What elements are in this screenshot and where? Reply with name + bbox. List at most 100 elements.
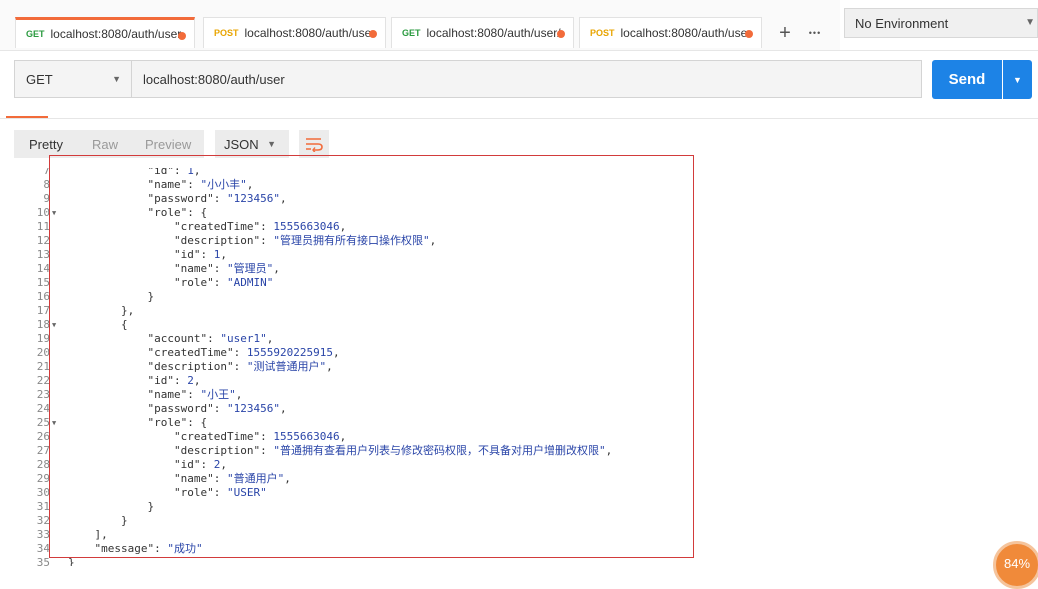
- code-line: 27 "description": "普通拥有查看用户列表与修改密码权限，不具备对…: [14, 444, 1038, 458]
- more-tabs-button[interactable]: •••: [801, 19, 829, 47]
- send-options-button[interactable]: ▼: [1003, 60, 1032, 99]
- code-text: }: [68, 556, 75, 566]
- code-line: 15 "role": "ADMIN": [14, 276, 1038, 290]
- environment-label: No Environment: [855, 15, 949, 31]
- response-body[interactable]: 7 "id": 1, 8 "name": "小小丰", 9 "password": "12…: [14, 168, 1038, 566]
- code-text: "createdTime": 1555663046,: [174, 430, 347, 443]
- code-text: "id": 1,: [174, 248, 227, 261]
- request-tab[interactable]: POST localhost:8080/auth/use: [579, 17, 762, 48]
- code-text: "description": "普通拥有查看用户列表与修改密码权限，不具备对用户…: [174, 444, 613, 457]
- code-line: 23 "name": "小王",: [14, 388, 1038, 402]
- request-tabs-bar: GET localhost:8080/auth/user POST localh…: [0, 0, 840, 50]
- code-line: 26 "createdTime": 1555663046,: [14, 430, 1038, 444]
- environment-select[interactable]: No Environment ▼: [844, 8, 1038, 38]
- code-line: 19 "account": "user1",: [14, 332, 1038, 346]
- line-number: 31: [36, 500, 50, 513]
- code-text: },: [121, 304, 135, 317]
- code-line: 14 "name": "管理员",: [14, 262, 1038, 276]
- wrap-lines-icon: [306, 138, 323, 152]
- line-number: 24: [36, 402, 50, 415]
- request-tab[interactable]: GET localhost:8080/auth/user: [15, 17, 195, 48]
- line-number: 13: [36, 248, 50, 261]
- wrap-lines-button[interactable]: [299, 130, 329, 158]
- code-text: "name": "小王",: [147, 388, 243, 401]
- tab-preview[interactable]: Preview: [145, 137, 191, 152]
- line-number: 25: [36, 416, 50, 429]
- line-number: 35: [36, 556, 50, 566]
- line-number: 26: [36, 430, 50, 443]
- code-text: "message": "成功": [94, 542, 203, 555]
- fold-toggle-icon[interactable]: ▼: [52, 416, 56, 430]
- plus-icon: +: [779, 21, 791, 44]
- code-text: }: [147, 500, 155, 513]
- url-input[interactable]: localhost:8080/auth/user: [131, 60, 922, 98]
- code-text: "name": "普通用户",: [174, 472, 291, 485]
- fold-toggle-icon[interactable]: ▼: [52, 318, 56, 332]
- code-line: 18 ▼ {: [14, 318, 1038, 332]
- line-number: 17: [36, 304, 50, 317]
- code-line: 32}: [14, 514, 1038, 528]
- line-number: 22: [36, 374, 50, 387]
- tab-url: localhost:8080/auth/use: [620, 26, 748, 40]
- code-text: "password": "123456",: [147, 192, 287, 205]
- code-text: }: [121, 514, 128, 527]
- code-text: "description": "测试普通用户",: [147, 360, 333, 373]
- line-number: 21: [36, 360, 50, 373]
- line-number: 15: [36, 276, 50, 289]
- line-number: 11: [36, 220, 50, 233]
- line-number: 28: [36, 458, 50, 471]
- code-line: 24 "password": "123456",: [14, 402, 1038, 416]
- code-line: 8 "name": "小小丰",: [14, 178, 1038, 192]
- code-line: 17},: [14, 304, 1038, 318]
- line-number: 9: [43, 192, 50, 205]
- code-line: 33],: [14, 528, 1038, 542]
- tab-raw[interactable]: Raw: [92, 137, 118, 152]
- line-number: 10: [36, 206, 50, 219]
- response-view-tabs: Pretty Raw Preview: [14, 130, 204, 158]
- add-tab-button[interactable]: +: [771, 19, 799, 47]
- tab-url: localhost:8080/auth/user/: [426, 26, 561, 40]
- code-line: 31}: [14, 500, 1038, 514]
- line-number: 8: [43, 178, 50, 191]
- code-text: "id": 2,: [174, 458, 227, 471]
- code-text: "role": "USER": [174, 486, 267, 499]
- code-text: {: [121, 318, 128, 331]
- code-text: "createdTime": 1555663046,: [174, 220, 347, 233]
- code-line: 35}: [14, 556, 1038, 566]
- code-text: "createdTime": 1555920225915,: [147, 346, 340, 359]
- code-text: "role": {: [147, 206, 208, 219]
- method-select[interactable]: GET ▼: [14, 60, 131, 98]
- chevron-down-icon: ▼: [267, 139, 276, 149]
- fold-toggle-icon[interactable]: ▼: [52, 206, 56, 220]
- url-value: localhost:8080/auth/user: [143, 71, 285, 87]
- tab-method: POST: [214, 28, 239, 38]
- code-line: 20 "createdTime": 1555920225915,: [14, 346, 1038, 360]
- code-text: "name": "小小丰",: [147, 178, 254, 191]
- code-line: 13 "id": 1,: [14, 248, 1038, 262]
- tab-method: POST: [590, 28, 615, 38]
- unsaved-dot-icon: [178, 32, 186, 40]
- send-button[interactable]: Send: [932, 60, 1002, 99]
- tab-method: GET: [402, 28, 421, 38]
- unsaved-dot-icon: [557, 30, 565, 38]
- request-tab[interactable]: POST localhost:8080/auth/use: [203, 17, 386, 48]
- format-select[interactable]: JSON ▼: [215, 130, 289, 158]
- code-line: 22 "id": 2,: [14, 374, 1038, 388]
- badge-value: 84%: [1003, 556, 1031, 571]
- line-number: 19: [36, 332, 50, 345]
- code-text: "role": {: [147, 416, 208, 429]
- line-number: 16: [36, 290, 50, 303]
- request-tab[interactable]: GET localhost:8080/auth/user/: [391, 17, 574, 48]
- line-number: 27: [36, 444, 50, 457]
- code-text: "password": "123456",: [147, 402, 287, 415]
- line-number: 14: [36, 262, 50, 275]
- line-number: 20: [36, 346, 50, 359]
- code-line: 21 "description": "测试普通用户",: [14, 360, 1038, 374]
- send-label: Send: [948, 71, 986, 88]
- line-number: 12: [36, 234, 50, 247]
- code-text: "role": "ADMIN": [174, 276, 274, 289]
- chevron-down-icon: ▼: [1013, 74, 1022, 85]
- code-text: "name": "管理员",: [174, 262, 280, 275]
- tab-pretty[interactable]: Pretty: [29, 137, 63, 152]
- code-text: "id": 1,: [147, 168, 201, 177]
